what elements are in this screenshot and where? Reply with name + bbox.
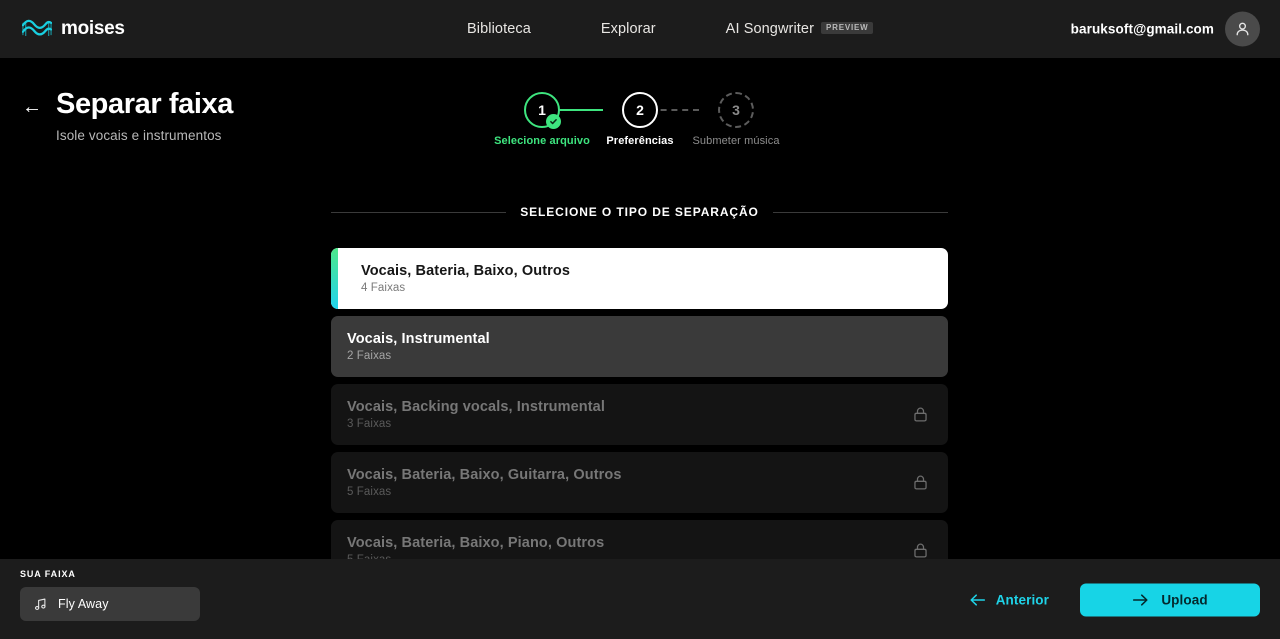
stepper-step-1-number: 1	[538, 102, 546, 118]
brand-name: moises	[61, 18, 125, 39]
nav-item-label: Biblioteca	[467, 21, 531, 37]
nav-item-label: AI Songwriter	[725, 21, 815, 37]
nav-item-label: Explorar	[600, 21, 656, 37]
nav-item-biblioteca[interactable]: Biblioteca	[455, 21, 555, 37]
previous-label: Anterior	[995, 592, 1049, 607]
stepper-step-3-circle: 3	[718, 92, 754, 128]
option-subtitle: 4 Faixas	[361, 282, 406, 294]
arrow-left-icon	[970, 593, 985, 606]
avatar[interactable]	[1225, 11, 1260, 47]
moises-wave-logo-icon	[22, 19, 52, 37]
option-title: Vocais, Bateria, Baixo, Outros	[361, 263, 571, 279]
stepper-step-2-circle: 2	[622, 92, 658, 128]
preview-badge: PREVIEW	[821, 22, 873, 34]
lock-icon	[911, 405, 930, 424]
stepper-step-3[interactable]: 3 Submeter música	[681, 92, 791, 149]
track-label: SUA FAIXA	[20, 569, 76, 579]
upload-button[interactable]: Upload	[1080, 583, 1260, 616]
track-name: Fly Away	[58, 597, 109, 611]
divider-right	[772, 211, 949, 213]
arrow-right-icon	[1133, 593, 1148, 606]
previous-button[interactable]: Anterior	[961, 586, 1057, 613]
section-header: SELECIONE O TIPO DE SEPARAÇÃO	[331, 205, 949, 219]
track-block: SUA FAIXA Fly Away	[20, 569, 200, 621]
separation-type-list: Vocais, Bateria, Baixo, Outros 4 Faixas …	[331, 248, 948, 559]
lock-icon	[911, 473, 930, 492]
option-title: Vocais, Bateria, Baixo, Piano, Outros	[347, 535, 605, 551]
stepper-step-2-number: 2	[636, 102, 644, 118]
account-email: baruksoft@gmail.com	[1070, 21, 1214, 37]
option-subtitle: 2 Faixas	[347, 350, 392, 362]
footer-actions: Anterior Upload	[961, 583, 1260, 616]
separation-option-locked[interactable]: Vocais, Bateria, Baixo, Piano, Outros 5 …	[331, 520, 948, 559]
track-chip[interactable]: Fly Away	[20, 587, 200, 621]
bottom-bar: SUA FAIXA Fly Away Anterior Upload	[0, 559, 1280, 639]
stepper-step-1-label: Selecione arquivo	[494, 135, 590, 147]
divider-left	[331, 211, 507, 213]
lock-icon	[911, 541, 930, 559]
nav-item-ai-songwriter[interactable]: AI Songwriter PREVIEW	[702, 21, 897, 37]
separation-option-hover[interactable]: Vocais, Instrumental 2 Faixas	[331, 316, 948, 377]
user-icon	[1236, 22, 1249, 36]
separation-option-selected[interactable]: Vocais, Bateria, Baixo, Outros 4 Faixas	[331, 248, 948, 309]
stepper-step-2-label: Preferências	[606, 135, 674, 147]
music-note-icon	[34, 598, 46, 610]
app-header: moises Biblioteca Explorar AI Songwriter…	[0, 0, 1280, 58]
stepper-step-3-number: 3	[732, 102, 740, 118]
account-area[interactable]: baruksoft@gmail.com	[1070, 11, 1260, 47]
brand-logo-group[interactable]: moises	[22, 18, 125, 40]
selected-accent-bar	[331, 248, 338, 309]
separation-option-locked[interactable]: Vocais, Bateria, Baixo, Guitarra, Outros…	[331, 452, 948, 513]
nav-item-explorar[interactable]: Explorar	[577, 21, 680, 37]
stepper-step-2[interactable]: 2 Preferências	[585, 92, 695, 149]
separation-option-locked[interactable]: Vocais, Backing vocals, Instrumental 3 F…	[331, 384, 948, 445]
option-title: Vocais, Instrumental	[347, 331, 490, 347]
option-title: Vocais, Backing vocals, Instrumental	[347, 399, 605, 415]
check-icon	[546, 114, 561, 129]
stepper-step-3-label: Submeter música	[692, 135, 780, 147]
option-title: Vocais, Bateria, Baixo, Guitarra, Outros	[347, 467, 622, 483]
section-title: SELECIONE O TIPO DE SEPARAÇÃO	[520, 205, 759, 219]
main-nav: Biblioteca Explorar AI Songwriter PREVIE…	[455, 0, 897, 58]
option-subtitle: 5 Faixas	[347, 486, 392, 498]
option-subtitle: 3 Faixas	[347, 418, 392, 430]
progress-stepper: 1 Selecione arquivo 2 Preferências 3 Sub…	[0, 92, 1280, 154]
stepper-step-1-circle: 1	[524, 92, 561, 129]
stepper-step-1[interactable]: 1 Selecione arquivo	[487, 92, 597, 149]
upload-label: Upload	[1161, 592, 1208, 607]
